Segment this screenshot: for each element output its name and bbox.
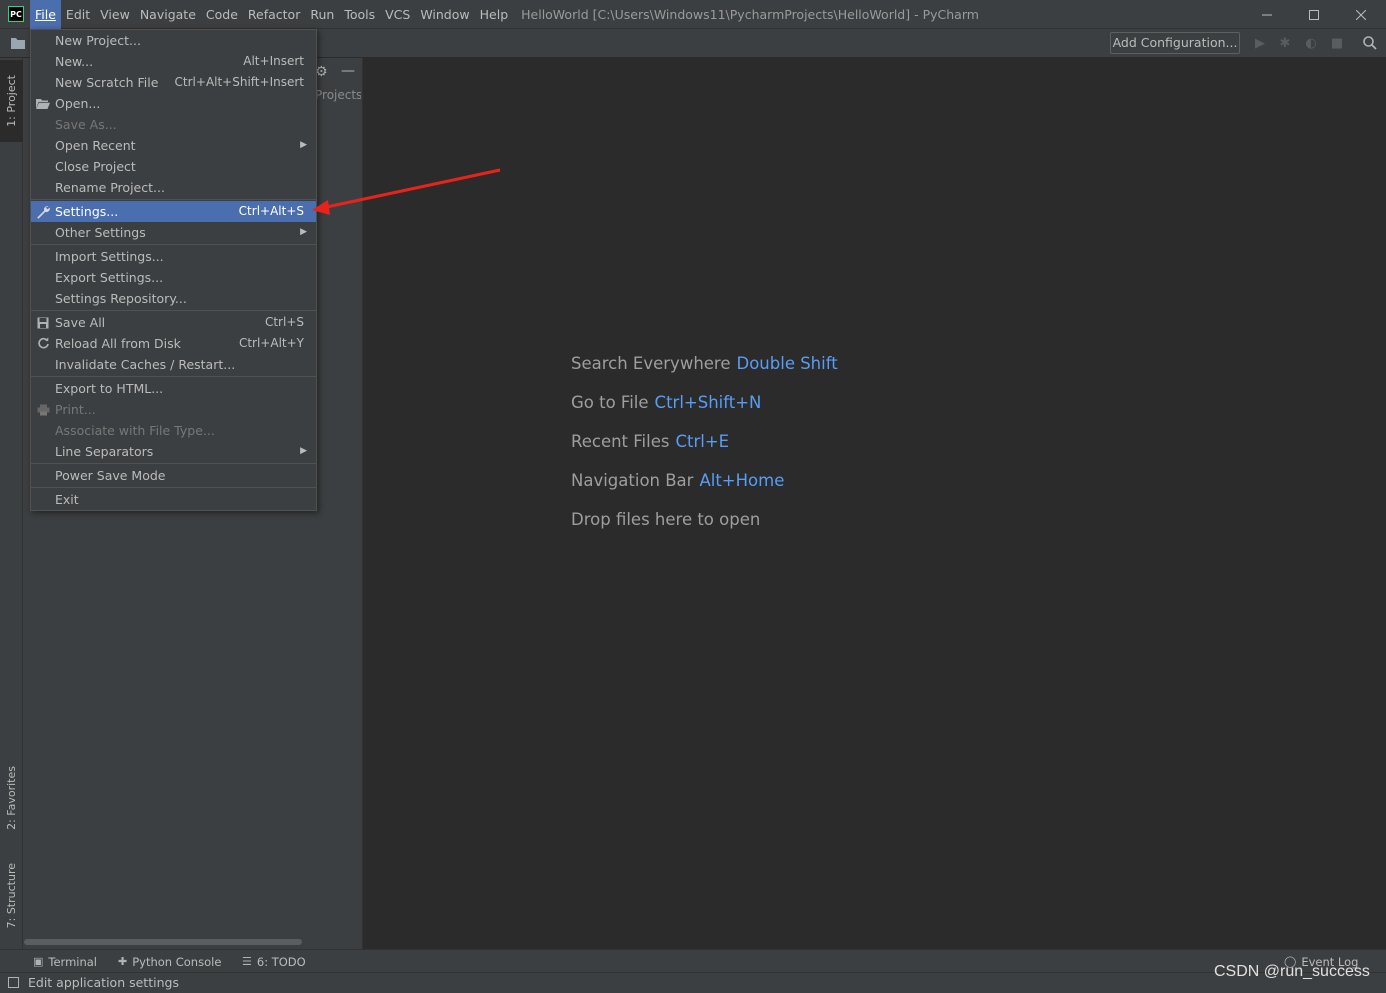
tool-tab-todo[interactable]: ☰ 6: TODO bbox=[242, 950, 306, 973]
submenu-arrow-icon: ▶ bbox=[300, 227, 307, 237]
menu-item-export-html[interactable]: Export to HTML... bbox=[31, 378, 316, 399]
bottom-tool-bar: ▣ Terminal ✚ Python Console ☰ 6: TODO ◯ Even… bbox=[0, 949, 1386, 972]
menu-item-invalidate-caches[interactable]: Invalidate Caches / Restart... bbox=[31, 354, 316, 375]
menu-item-import-settings[interactable]: Import Settings... bbox=[31, 246, 316, 267]
menu-item-reload-all[interactable]: Reload All from Disk Ctrl+Alt+Y bbox=[31, 333, 316, 354]
submenu-arrow-icon: ▶ bbox=[300, 140, 307, 150]
menu-separator bbox=[31, 487, 316, 488]
hint-recent-files: Recent Files Ctrl+E bbox=[571, 432, 730, 451]
tool-tab-python-console[interactable]: ✚ Python Console bbox=[118, 950, 221, 973]
menu-separator bbox=[31, 310, 316, 311]
menu-item-save-all[interactable]: Save All Ctrl+S bbox=[31, 312, 316, 333]
floppy-disk-icon bbox=[36, 312, 50, 333]
python-icon: ✚ bbox=[118, 955, 128, 968]
menu-item-close-project[interactable]: Close Project bbox=[31, 156, 316, 177]
menu-item-save-as[interactable]: Save As... bbox=[31, 114, 316, 135]
editor-area: Search Everywhere Double Shift Go to File… bbox=[363, 58, 1386, 949]
menu-item-open-recent[interactable]: Open Recent ▶ bbox=[31, 135, 316, 156]
menu-item-power-save-mode[interactable]: Power Save Mode bbox=[31, 465, 316, 486]
project-folder-icon[interactable] bbox=[10, 35, 26, 51]
pycharm-logo-icon: PC bbox=[8, 6, 24, 22]
hint-drop-files: Drop files here to open bbox=[571, 510, 761, 529]
todo-list-icon: ☰ bbox=[242, 955, 252, 968]
close-icon bbox=[1356, 9, 1366, 20]
hint-search-everywhere: Search Everywhere Double Shift bbox=[571, 354, 838, 373]
wrench-icon bbox=[36, 201, 50, 222]
hint-navigation-bar: Navigation Bar Alt+Home bbox=[571, 471, 785, 490]
submenu-arrow-icon: ▶ bbox=[300, 446, 307, 456]
terminal-icon: ▣ bbox=[33, 955, 44, 968]
red-annotation-arrow-icon bbox=[312, 168, 501, 215]
menu-run[interactable]: Run bbox=[305, 0, 339, 29]
run-icon[interactable]: ▶ bbox=[1252, 35, 1268, 51]
shortcut-label: Alt+Home bbox=[699, 471, 785, 490]
project-path-fragment: Projects' bbox=[315, 88, 361, 102]
menu-view[interactable]: View bbox=[95, 0, 135, 29]
menu-edit[interactable]: Edit bbox=[61, 0, 95, 29]
coverage-icon[interactable]: ◐ bbox=[1303, 35, 1319, 51]
status-message: Edit application settings bbox=[28, 975, 179, 990]
watermark: CSDN @run_success bbox=[1214, 963, 1370, 980]
shortcut-label: Ctrl+Shift+N bbox=[654, 393, 762, 412]
menu-separator bbox=[31, 244, 316, 245]
tool-tab-project[interactable]: 1: Project bbox=[0, 60, 23, 142]
window-title: HelloWorld [C:\Users\Windows11\PycharmPr… bbox=[521, 6, 979, 22]
menu-item-print[interactable]: Print... bbox=[31, 399, 316, 420]
menu-item-line-separators[interactable]: Line Separators ▶ bbox=[31, 441, 316, 462]
menu-item-open[interactable]: Open... bbox=[31, 93, 316, 114]
menu-separator bbox=[31, 199, 316, 200]
open-folder-icon bbox=[36, 93, 50, 114]
hint-go-to-file: Go to File Ctrl+Shift+N bbox=[571, 393, 762, 412]
menu-item-settings-repository[interactable]: Settings Repository... bbox=[31, 288, 316, 309]
tool-tab-favorites[interactable]: 2: Favorites bbox=[0, 754, 23, 842]
menu-refactor[interactable]: Refactor bbox=[243, 0, 305, 29]
printer-icon bbox=[36, 399, 50, 420]
stop-icon[interactable]: ■ bbox=[1329, 35, 1345, 51]
menu-item-new-scratch-file[interactable]: New Scratch File Ctrl+Alt+Shift+Insert bbox=[31, 72, 316, 93]
refresh-icon bbox=[36, 333, 50, 354]
debug-icon[interactable]: ✱ bbox=[1277, 35, 1293, 51]
search-icon[interactable] bbox=[1362, 35, 1378, 51]
minimize-icon bbox=[1262, 14, 1272, 15]
menu-item-associate-file-type[interactable]: Associate with File Type... bbox=[31, 420, 316, 441]
menu-item-new[interactable]: New... Alt+Insert bbox=[31, 51, 316, 72]
menu-file[interactable]: File bbox=[30, 0, 61, 29]
horizontal-scrollbar[interactable] bbox=[24, 939, 302, 945]
hide-panel-button[interactable]: — bbox=[341, 63, 355, 79]
menu-item-other-settings[interactable]: Other Settings ▶ bbox=[31, 222, 316, 243]
menu-help[interactable]: Help bbox=[475, 0, 514, 29]
maximize-window-button[interactable] bbox=[1291, 0, 1337, 29]
menu-tools[interactable]: Tools bbox=[339, 0, 380, 29]
menu-window[interactable]: Window bbox=[415, 0, 474, 29]
shortcut-label: Double Shift bbox=[736, 354, 838, 373]
shortcut-label: Ctrl+E bbox=[675, 432, 730, 451]
menu-separator bbox=[31, 376, 316, 377]
status-bar: Edit application settings bbox=[0, 972, 1386, 993]
menu-separator bbox=[31, 463, 316, 464]
menu-item-exit[interactable]: Exit bbox=[31, 489, 316, 510]
close-window-button[interactable] bbox=[1338, 0, 1384, 29]
menu-item-rename-project[interactable]: Rename Project... bbox=[31, 177, 316, 198]
title-menu-bar: PC File Edit View Navigate Code Refactor… bbox=[0, 0, 1386, 29]
menu-vcs[interactable]: VCS bbox=[380, 0, 415, 29]
menu-item-new-project[interactable]: New Project... bbox=[31, 30, 316, 51]
toggle-tool-windows-icon[interactable] bbox=[8, 977, 19, 988]
file-menu-dropdown: New Project... New... Alt+Insert New Scra… bbox=[30, 29, 317, 511]
menu-item-export-settings[interactable]: Export Settings... bbox=[31, 267, 316, 288]
minimize-window-button[interactable] bbox=[1244, 0, 1290, 29]
maximize-icon bbox=[1309, 9, 1319, 20]
left-tool-strip: 1: Project 2: Favorites 7: Structure bbox=[0, 58, 23, 949]
tool-tab-structure[interactable]: 7: Structure bbox=[0, 854, 23, 938]
menu-item-settings[interactable]: Settings... Ctrl+Alt+S bbox=[31, 201, 316, 222]
menu-code[interactable]: Code bbox=[201, 0, 243, 29]
welcome-hints: Search Everywhere Double Shift Go to File… bbox=[571, 354, 838, 549]
add-configuration-button[interactable]: Add Configuration... bbox=[1110, 32, 1240, 54]
menu-navigate[interactable]: Navigate bbox=[135, 0, 201, 29]
tool-tab-terminal[interactable]: ▣ Terminal bbox=[33, 950, 97, 973]
